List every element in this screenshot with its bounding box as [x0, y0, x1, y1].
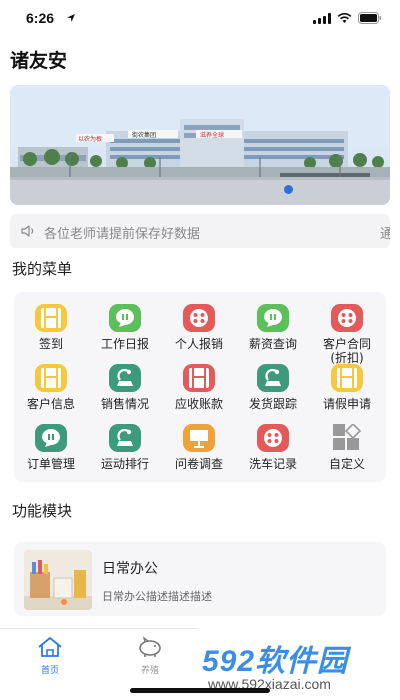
- notice-text-next: 通知: [380, 227, 390, 242]
- module-thumbnail: [24, 550, 92, 610]
- dots-icon: [257, 424, 289, 452]
- menu-item-label: 签到: [38, 337, 63, 351]
- tab-label: 首页: [40, 666, 59, 676]
- menu-item-label: 客户合同: [322, 337, 371, 351]
- watermark-logo: 592软件园: [202, 645, 349, 678]
- film-icon: [183, 364, 215, 392]
- menu-item[interactable]: 销售情况: [88, 364, 162, 424]
- notice-marquee[interactable]: 各位老师请提前保存好数据 通知: [10, 214, 390, 248]
- satellite-icon: [109, 364, 141, 392]
- menu-item[interactable]: 个人报销: [162, 304, 236, 364]
- menu-item[interactable]: 请假申请: [310, 364, 384, 424]
- module-title: 日常办公: [102, 561, 158, 577]
- status-bar: 6:26: [0, 0, 400, 36]
- satellite-icon: [257, 364, 289, 392]
- menu-item[interactable]: 自定义: [310, 424, 384, 484]
- module-description: 日常办公描述描述描述: [102, 590, 212, 603]
- home-indicator: [130, 688, 270, 693]
- banner-sign-left: 以农为根: [78, 136, 103, 143]
- menu-grid: 签到 工作日报 个人报销 薪资查询 客户合同 (折扣) 客户信息 销售情况 应收账款 发货跟踪 请假…: [14, 292, 386, 482]
- menu-item-label: 个人报销: [174, 337, 223, 351]
- menu-item-label: 运动排行: [100, 457, 149, 471]
- satellite-icon: [109, 424, 141, 452]
- speaker-icon: [21, 225, 34, 237]
- battery-icon: [358, 12, 382, 24]
- film-icon: [35, 304, 67, 332]
- menu-item-label: 洗车记录: [248, 457, 297, 471]
- chat-icon: [35, 424, 67, 452]
- menu-item-label: 自定义: [328, 457, 365, 471]
- pig-icon: [139, 636, 161, 657]
- menu-item-label: 问卷调查: [174, 457, 223, 471]
- menu-item[interactable]: 签到: [14, 304, 88, 364]
- menu-item-label: 薪资查询: [248, 337, 297, 351]
- tab-label: 养殖: [140, 666, 159, 676]
- page-title: 诸友安: [10, 50, 68, 72]
- menu-item[interactable]: 洗车记录: [236, 424, 310, 484]
- menu-item[interactable]: 运动排行: [88, 424, 162, 484]
- menu-item-sublabel: (折扣): [330, 351, 364, 365]
- film-icon: [331, 364, 363, 392]
- menu-item[interactable]: 应收账款: [162, 364, 236, 424]
- menu-item-label: 工作日报: [100, 337, 149, 351]
- menu-item[interactable]: 发货跟踪: [236, 364, 310, 424]
- menu-item[interactable]: 订单管理: [14, 424, 88, 484]
- office-supplies-image: [24, 550, 92, 610]
- menu-item-label: 订单管理: [26, 457, 75, 471]
- menu-item[interactable]: 工作日报: [88, 304, 162, 364]
- banner-carousel[interactable]: 以农为根 街农集团 滋养全球: [10, 85, 390, 205]
- menu-item[interactable]: 问卷调查: [162, 424, 236, 484]
- board-icon: [183, 424, 215, 452]
- film-icon: [35, 364, 67, 392]
- modules-section-title: 功能模块: [12, 502, 73, 520]
- location-arrow-icon: [67, 14, 75, 22]
- chat-icon: [109, 304, 141, 332]
- notice-text: 各位老师请提前保存好数据: [44, 227, 201, 242]
- grid-icon: [331, 424, 363, 452]
- dots-icon: [331, 304, 363, 332]
- status-time: 6:26: [26, 10, 55, 26]
- banner-image: [10, 85, 390, 205]
- menu-item-label: 请假申请: [322, 397, 371, 411]
- module-card-daily-office[interactable]: 日常办公 日常办公描述描述描述: [14, 542, 386, 616]
- wifi-icon: [337, 12, 352, 23]
- tab-home[interactable]: 首页: [10, 633, 90, 677]
- menu-item-label: 应收账款: [174, 397, 223, 411]
- banner-sign-brand: 街农集团: [132, 132, 157, 139]
- menu-section-title: 我的菜单: [12, 260, 73, 278]
- home-icon: [38, 637, 62, 657]
- status-indicators: [313, 12, 382, 24]
- chat-icon: [257, 304, 289, 332]
- banner-sign-right: 滋养全球: [200, 132, 225, 139]
- carousel-indicator-dot[interactable]: [284, 185, 293, 194]
- menu-item-label: 客户信息: [26, 397, 75, 411]
- menu-item-label: 发货跟踪: [248, 397, 297, 411]
- dots-icon: [183, 304, 215, 332]
- menu-item[interactable]: 薪资查询: [236, 304, 310, 364]
- tab-breeding[interactable]: 养殖: [110, 633, 190, 677]
- menu-item[interactable]: 客户合同 (折扣): [310, 304, 384, 365]
- cellular-signal-icon: [313, 12, 331, 24]
- menu-item-label: 销售情况: [100, 397, 149, 411]
- menu-item[interactable]: 客户信息: [14, 364, 88, 424]
